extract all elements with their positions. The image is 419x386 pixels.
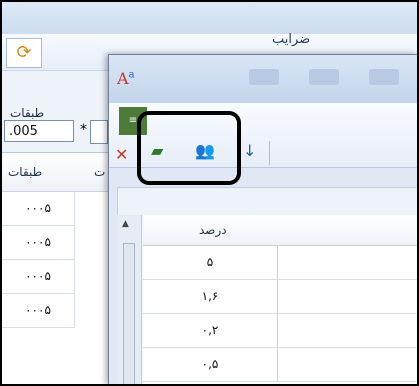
table-cell[interactable]: ۱,۶: [143, 279, 278, 314]
header-percent: درصد: [199, 223, 227, 237]
table-cell[interactable]: ۵: [143, 245, 278, 280]
text-size-icon[interactable]: Aa: [117, 69, 135, 88]
background-titlebar: [2, 2, 417, 34]
table-cell[interactable]: [278, 279, 417, 314]
vertical-scrollbar[interactable]: ▲: [117, 215, 142, 384]
grid-cell[interactable]: ۰۰۰۵: [2, 191, 75, 226]
toolbar-divider: [269, 141, 270, 165]
table-cell[interactable]: [278, 313, 417, 348]
field-label: طبقات: [10, 106, 45, 120]
grid-header-cell: ت: [94, 165, 106, 179]
coefficient-input-2[interactable]: [90, 120, 108, 144]
close-x-icon[interactable]: ✕: [115, 145, 128, 165]
scroll-thumb[interactable]: [123, 243, 135, 384]
table-cell[interactable]: ۰,۵: [143, 347, 278, 382]
grid-header: طبقات ت: [2, 153, 110, 192]
sort-down-icon[interactable]: ↓: [243, 141, 256, 161]
grid-cell[interactable]: ۰۰۰۵: [2, 225, 75, 260]
background-grid: طبقات ت ۰۰۰۵ ۰۰۰۵ ۰۰۰۵ ۰۰۰۵: [2, 152, 110, 384]
percent-table: درصد ۵ ۱,۶ ۰,۲ ۰,۵: [143, 215, 417, 384]
grid-cell[interactable]: ۰۰۰۵: [2, 259, 75, 294]
coefficient-input[interactable]: .005: [4, 120, 74, 142]
grid-header-cell: طبقات: [8, 165, 43, 179]
refresh-icon: ⟳: [16, 42, 32, 63]
titlebar-button[interactable]: [369, 69, 399, 85]
table-header: درصد: [143, 215, 417, 246]
highlight-box: [137, 111, 241, 185]
dialog-titlebar: Aa: [109, 55, 417, 103]
scroll-up-icon[interactable]: ▲: [122, 219, 129, 229]
table-cell[interactable]: [278, 347, 417, 382]
refresh-button[interactable]: ⟳: [6, 38, 42, 68]
background-window-title: ضرایب: [272, 32, 311, 47]
app-frame: ⟳ ضرایب طبقات .005 * طبقات ت ۰۰۰۵ ۰۰۰۵ ۰…: [2, 2, 417, 384]
table-cell[interactable]: ۰,۲: [143, 313, 278, 348]
titlebar-button[interactable]: [249, 69, 279, 85]
grid-cell[interactable]: ۰۰۰۵: [2, 293, 75, 328]
titlebar-button[interactable]: [309, 69, 339, 85]
operator-symbol: *: [80, 122, 87, 138]
dialog-window: Aa ≡ ✕ ▰ 👥 ↓ ▲ درصد ۵ ۱,۶ ۰,۲ ۰,۵: [108, 54, 417, 384]
table-cell[interactable]: [278, 245, 417, 280]
